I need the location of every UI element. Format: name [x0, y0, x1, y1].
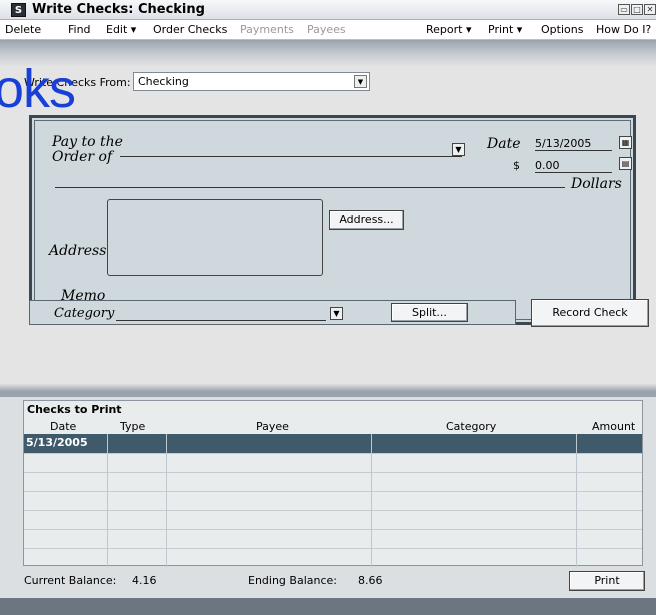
account-select-value: Checking	[138, 75, 189, 88]
record-check-button[interactable]: Record Check	[531, 299, 649, 327]
menu-how-do-i[interactable]: How Do I?	[596, 23, 651, 36]
table-row[interactable]	[24, 529, 642, 548]
dollars-label: Dollars	[571, 176, 622, 192]
window-title: Write Checks: Checking	[32, 2, 205, 17]
current-balance-value: 4.16	[132, 574, 157, 587]
chevron-down-icon[interactable]: ▼	[354, 75, 367, 88]
menu-bar: Delete Find Edit ▾ Order Checks Payments…	[0, 20, 656, 40]
column-header-amount[interactable]: Amount	[592, 420, 635, 433]
ending-balance-label: Ending Balance:	[248, 574, 337, 587]
table-row[interactable]	[24, 472, 642, 491]
row-date: 5/13/2005	[26, 436, 88, 449]
address-field[interactable]	[107, 199, 323, 276]
pay-to-label: Pay to the Order of	[52, 134, 123, 165]
amount-field[interactable]: 0.00	[535, 159, 612, 173]
account-select[interactable]: Checking ▼	[133, 72, 370, 91]
category-dropdown-icon[interactable]: ▼	[330, 307, 343, 320]
date-label: Date	[487, 136, 521, 152]
calendar-icon[interactable]: ▦	[619, 136, 632, 149]
menu-payments[interactable]: Payments	[240, 23, 294, 36]
table-row[interactable]: 5/13/2005	[24, 434, 642, 453]
table-row[interactable]	[24, 548, 642, 567]
dollar-sign: $	[513, 159, 520, 172]
split-button[interactable]: Split...	[391, 303, 468, 322]
category-label: Category	[54, 306, 115, 321]
written-amount-line	[55, 187, 565, 188]
title-bar: S Write Checks: Checking ▭ □ ✕	[0, 0, 656, 20]
app-icon: S	[11, 3, 26, 17]
panel-title: Checks to Print	[27, 403, 122, 416]
payee-dropdown-icon[interactable]: ▼	[452, 143, 465, 156]
maximize-icon[interactable]: □	[631, 4, 643, 15]
column-header-payee[interactable]: Payee	[256, 420, 289, 433]
date-field[interactable]: 5/13/2005	[535, 137, 612, 151]
payee-field[interactable]	[120, 156, 462, 157]
print-button[interactable]: Print	[569, 571, 645, 591]
close-icon[interactable]: ✕	[644, 4, 656, 15]
ending-balance-value: 8.66	[358, 574, 383, 587]
section-divider	[0, 383, 656, 397]
calculator-icon[interactable]: ▤	[619, 157, 632, 170]
category-bar: Category ▼ Split...	[29, 300, 516, 325]
overlay-text: oks	[0, 59, 76, 119]
table-row[interactable]	[24, 510, 642, 529]
menu-delete[interactable]: Delete	[5, 23, 41, 36]
column-header-date[interactable]: Date	[50, 420, 76, 433]
menu-edit[interactable]: Edit ▾	[106, 23, 136, 36]
minimize-icon[interactable]: ▭	[618, 4, 630, 15]
menu-find[interactable]: Find	[68, 23, 91, 36]
write-checks-form: Write Checks From: oks Checking ▼ Pay to…	[0, 41, 656, 383]
table-row[interactable]	[24, 491, 642, 510]
checks-to-print-panel: Checks to Print Date Type Payee Category…	[23, 400, 643, 567]
checks-to-print-section: Checks to Print Date Type Payee Category…	[0, 397, 656, 615]
current-balance-label: Current Balance:	[24, 574, 117, 587]
column-header-category[interactable]: Category	[446, 420, 496, 433]
menu-payees[interactable]: Payees	[307, 23, 346, 36]
menu-options[interactable]: Options	[541, 23, 583, 36]
menu-print[interactable]: Print ▾	[488, 23, 522, 36]
address-button[interactable]: Address...	[329, 210, 404, 230]
category-field[interactable]	[116, 320, 326, 321]
table-row[interactable]	[24, 453, 642, 472]
menu-order-checks[interactable]: Order Checks	[153, 23, 227, 36]
check-form: Pay to the Order of ▼ Date 5/13/2005 ▦ $…	[29, 115, 636, 325]
column-header-type[interactable]: Type	[120, 420, 145, 433]
status-strip	[0, 598, 656, 615]
menu-report[interactable]: Report ▾	[426, 23, 471, 36]
address-label: Address	[49, 243, 107, 259]
